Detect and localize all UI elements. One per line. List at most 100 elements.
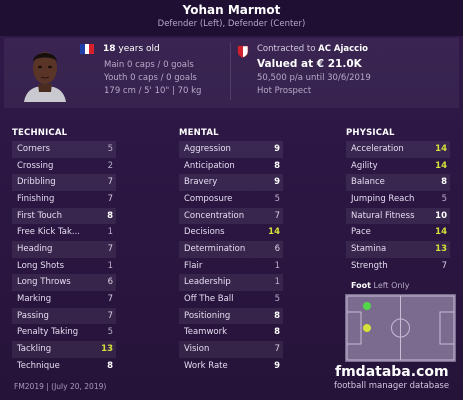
attribute-name: Finishing bbox=[17, 193, 55, 204]
attribute-value: 7 bbox=[274, 210, 280, 221]
attribute-name: Balance bbox=[351, 177, 385, 188]
position-markers bbox=[363, 302, 371, 332]
attribute-name: Passing bbox=[17, 310, 49, 321]
attribute-name: Technique bbox=[17, 360, 60, 371]
player-name: Yohan Marmot bbox=[182, 3, 281, 17]
club-badge-icon bbox=[237, 43, 249, 58]
attribute-name: Agility bbox=[351, 160, 378, 171]
game-version: FM2019 | (July 20, 2019) bbox=[14, 382, 107, 391]
nationality-flag-icon bbox=[80, 44, 95, 54]
club-name[interactable]: AC Ajaccio bbox=[318, 44, 368, 54]
attribute-name: Long Shots bbox=[17, 260, 65, 271]
attribute-row: Work Rate 9 bbox=[179, 358, 283, 375]
attribute-value: 5 bbox=[441, 193, 447, 204]
attribute-value: 14 bbox=[268, 227, 280, 238]
attribute-row: Penalty Taking 5 bbox=[12, 324, 116, 341]
attribute-row: Marking 7 bbox=[12, 291, 116, 308]
player-header: Yohan Marmot Defender (Left), Defender (… bbox=[0, 0, 463, 36]
attribute-name: Teamwork bbox=[184, 327, 228, 338]
attribute-value: 14 bbox=[435, 144, 447, 154]
attribute-value: 5 bbox=[274, 193, 280, 204]
attribute-row: Strength 7 bbox=[346, 258, 450, 275]
attribute-value: 2 bbox=[107, 160, 113, 171]
attribute-name: Leadership bbox=[184, 277, 231, 288]
attribute-name: Determination bbox=[184, 243, 246, 254]
attribute-row: Anticipation 8 bbox=[179, 158, 283, 175]
attribute-name: Pace bbox=[351, 227, 371, 238]
wage-contract: 50,500 p/a until 30/6/2019 bbox=[257, 73, 371, 83]
attribute-row: Pace 14 bbox=[346, 224, 450, 241]
info-divider bbox=[230, 42, 231, 100]
foot-label: Foot bbox=[351, 281, 371, 290]
attribute-name: Heading bbox=[17, 243, 53, 254]
attribute-name: Anticipation bbox=[184, 160, 235, 171]
contract-line: Contracted to AC Ajaccio bbox=[257, 44, 368, 54]
attribute-name: Strength bbox=[351, 260, 388, 271]
attribute-value: 5 bbox=[107, 144, 113, 154]
attribute-value: 5 bbox=[107, 327, 113, 338]
brand-tagline: football manager database bbox=[334, 381, 450, 391]
age-number: 18 bbox=[103, 44, 116, 54]
attribute-row: Aggression 9 bbox=[179, 141, 283, 158]
attribute-value: 8 bbox=[107, 360, 113, 371]
attribute-value: 7 bbox=[107, 177, 113, 188]
youth-caps: Youth 0 caps / 0 goals bbox=[104, 73, 197, 83]
attribute-row: Flair 1 bbox=[179, 258, 283, 275]
attribute-value: 6 bbox=[107, 277, 113, 288]
attribute-row: Long Shots 1 bbox=[12, 258, 116, 275]
attribute-value: 6 bbox=[274, 243, 280, 254]
attribute-row: Positioning 8 bbox=[179, 307, 283, 325]
technical-attributes: Corners 5 Crossing 2 Dribbling 7 Finishing 7 Fir… bbox=[12, 141, 116, 374]
attribute-row: Composure 5 bbox=[179, 191, 283, 208]
attribute-name: Penalty Taking bbox=[17, 327, 79, 338]
technical-heading: TECHNICAL bbox=[12, 128, 68, 138]
attribute-value: 5 bbox=[274, 293, 280, 304]
preferred-foot-panel: Foot Left Only bbox=[344, 276, 457, 366]
attribute-name: First Touch bbox=[17, 210, 62, 221]
mental-heading: MENTAL bbox=[179, 128, 219, 138]
attribute-value: 8 bbox=[107, 210, 113, 221]
main-caps: Main 0 caps / 0 goals bbox=[104, 60, 194, 70]
attribute-name: Aggression bbox=[184, 144, 231, 154]
attribute-value: 13 bbox=[101, 343, 113, 354]
attribute-name: Positioning bbox=[184, 310, 231, 321]
attribute-value: 9 bbox=[274, 144, 280, 154]
attribute-name: Dribbling bbox=[17, 177, 56, 188]
attribute-name: Work Rate bbox=[184, 360, 228, 371]
attribute-row: Balance 8 bbox=[346, 174, 450, 191]
attribute-row: Tackling 13 bbox=[12, 340, 116, 358]
attribute-value: 8 bbox=[274, 327, 280, 338]
attribute-row: Jumping Reach 5 bbox=[346, 191, 450, 208]
attribute-row: Dribbling 7 bbox=[12, 174, 116, 191]
player-info-panel: 18 years old Main 0 caps / 0 goals Youth… bbox=[4, 38, 459, 108]
attribute-name: Natural Fitness bbox=[351, 210, 415, 221]
attribute-value: 7 bbox=[107, 243, 113, 254]
attribute-row: Long Throws 6 bbox=[12, 274, 116, 291]
position-marker-left-defender bbox=[363, 302, 371, 310]
attribute-name: Acceleration bbox=[351, 144, 404, 154]
attribute-name: Crossing bbox=[17, 160, 54, 171]
contract-prefix: Contracted to bbox=[257, 44, 319, 54]
attribute-value: 8 bbox=[274, 160, 280, 171]
attribute-name: Concentration bbox=[184, 210, 245, 221]
player-value: Valued at € 21.0K bbox=[257, 58, 362, 70]
attribute-value: 13 bbox=[435, 243, 447, 254]
attribute-name: Jumping Reach bbox=[351, 193, 415, 204]
attribute-row: Technique 8 bbox=[12, 358, 116, 375]
brand-logo[interactable]: fmdataba.com bbox=[335, 364, 449, 380]
attribute-name: Long Throws bbox=[17, 277, 71, 288]
attribute-row: Passing 7 bbox=[12, 307, 116, 325]
attribute-row: Decisions 14 bbox=[179, 224, 283, 241]
preferred-foot: Foot Left Only bbox=[351, 281, 409, 290]
attribute-name: Corners bbox=[17, 144, 51, 154]
attribute-name: Off The Ball bbox=[184, 293, 234, 304]
player-profile-page: Yohan Marmot Defender (Left), Defender (… bbox=[0, 0, 463, 400]
physical-attributes: Acceleration 14 Agility 14 Balance 8 Jumping R… bbox=[346, 141, 450, 274]
attribute-value: 7 bbox=[274, 343, 280, 354]
attribute-row: Corners 5 bbox=[12, 141, 116, 158]
attribute-row: Bravery 9 bbox=[179, 174, 283, 191]
player-status: Hot Prospect bbox=[257, 86, 312, 96]
attribute-value: 8 bbox=[441, 177, 447, 188]
attribute-row: Finishing 7 bbox=[12, 191, 116, 208]
mental-attributes: Aggression 9 Anticipation 8 Bravery 9 Composur… bbox=[179, 141, 283, 374]
